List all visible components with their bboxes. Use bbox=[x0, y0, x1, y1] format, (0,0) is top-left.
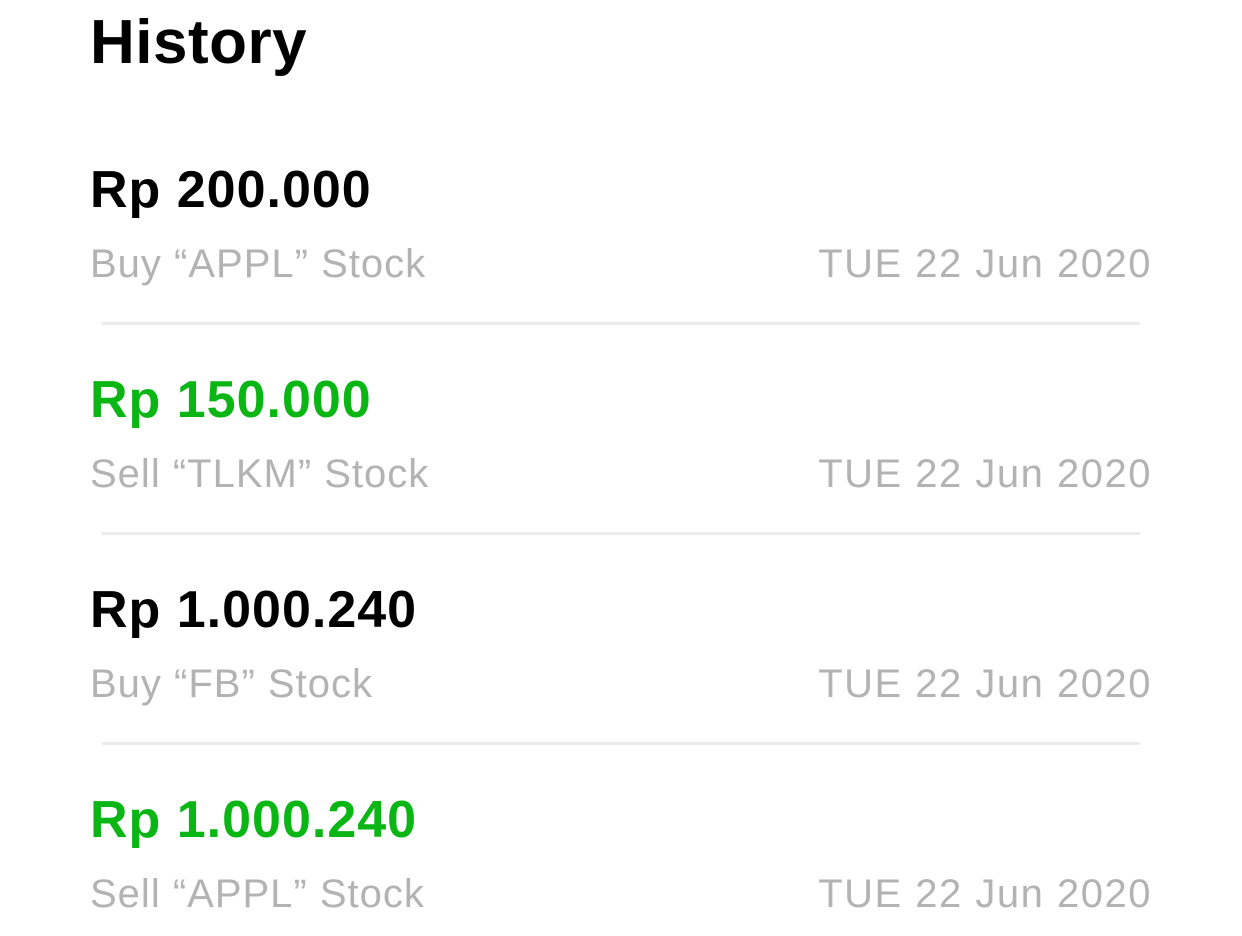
divider bbox=[102, 532, 1140, 535]
transaction-amount: Rp 150.000 bbox=[90, 371, 372, 429]
transaction-description: Sell “APPL” Stock bbox=[90, 872, 425, 916]
history-item[interactable]: Rp 1.000.240 Buy “FB” Stock TUE 22 Jun 2… bbox=[0, 580, 1242, 790]
divider bbox=[102, 322, 1140, 325]
page-title: History bbox=[90, 8, 308, 77]
transaction-amount: Rp 200.000 bbox=[90, 161, 372, 219]
history-item[interactable]: Rp 200.000 Buy “APPL” Stock TUE 22 Jun 2… bbox=[0, 160, 1242, 370]
history-screen: History Rp 200.000 Buy “APPL” Stock TUE … bbox=[0, 0, 1242, 936]
transaction-date: TUE 22 Jun 2020 bbox=[818, 662, 1152, 706]
transaction-description: Buy “FB” Stock bbox=[90, 662, 373, 706]
transaction-amount: Rp 1.000.240 bbox=[90, 581, 418, 639]
transaction-description: Buy “APPL” Stock bbox=[90, 242, 427, 286]
history-item[interactable]: Rp 1.000.240 Sell “APPL” Stock TUE 22 Ju… bbox=[0, 790, 1242, 936]
transaction-date: TUE 22 Jun 2020 bbox=[818, 452, 1152, 496]
transaction-date: TUE 22 Jun 2020 bbox=[818, 872, 1152, 916]
divider bbox=[102, 742, 1140, 745]
transaction-description: Sell “TLKM” Stock bbox=[90, 452, 430, 496]
transaction-date: TUE 22 Jun 2020 bbox=[818, 242, 1152, 286]
transaction-amount: Rp 1.000.240 bbox=[90, 791, 418, 849]
history-item[interactable]: Rp 150.000 Sell “TLKM” Stock TUE 22 Jun … bbox=[0, 370, 1242, 580]
